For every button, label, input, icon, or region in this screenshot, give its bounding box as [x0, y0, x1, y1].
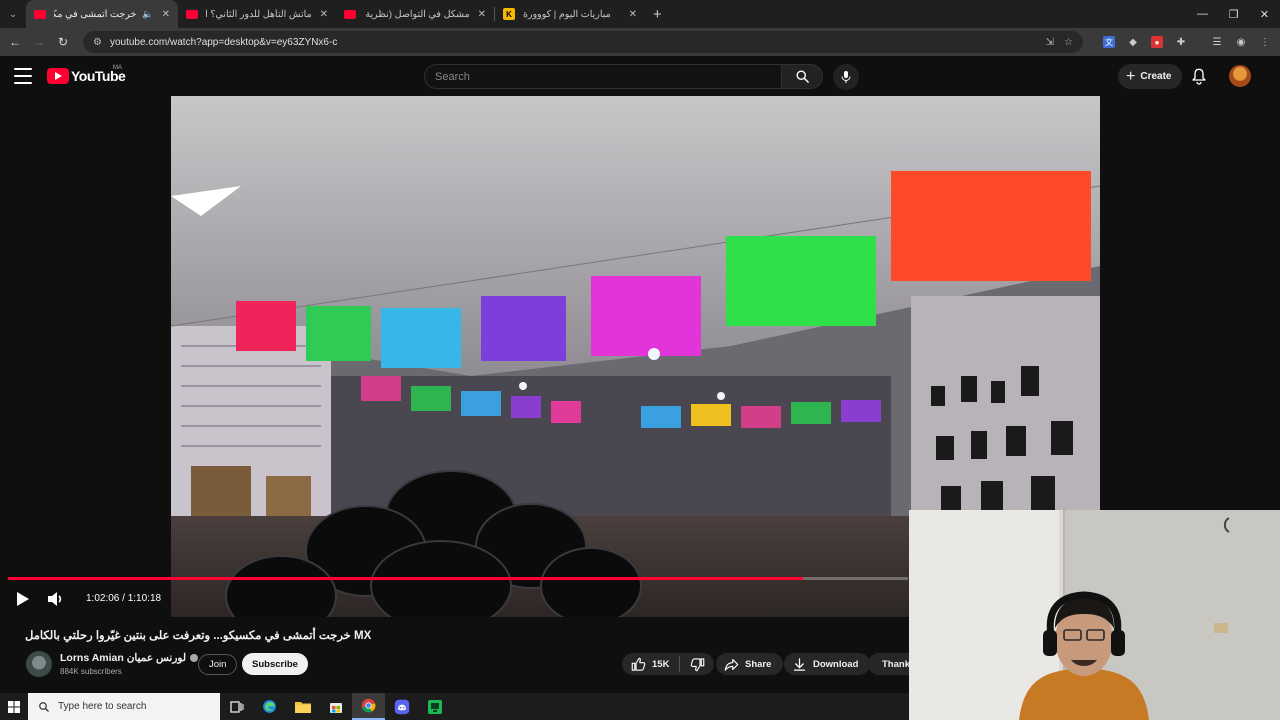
verified-check-icon: [190, 654, 199, 663]
browser-tab-3[interactable]: مشكل في التواصل (نظرية البراك ✕: [336, 0, 494, 28]
close-window-icon[interactable]: ✕: [1249, 0, 1280, 28]
edge-browser-icon[interactable]: [253, 693, 286, 720]
chrome-browser-icon[interactable]: [352, 693, 385, 720]
puzzle-extensions-icon[interactable]: ✚: [1169, 28, 1193, 56]
volume-icon[interactable]: [46, 590, 66, 608]
video-title: خرجت أتمشى في مكسيكو... وتعرفت على بنتين…: [25, 630, 372, 642]
window-controls: — ❐ ✕: [1187, 0, 1280, 28]
subscriber-count: 884K subscribers: [60, 667, 122, 676]
search-icon: [796, 70, 809, 83]
download-button[interactable]: Download: [784, 653, 871, 675]
task-view-icon[interactable]: [220, 693, 253, 720]
country-code: MA: [113, 65, 122, 71]
channel-name[interactable]: Lorns Amian لورنس عميان: [60, 652, 199, 664]
progress-bar-played: [8, 577, 804, 580]
share-label: Share: [745, 658, 772, 670]
like-divider: [679, 656, 681, 672]
thumbs-up-icon[interactable]: [631, 657, 646, 672]
new-tab-plus-icon[interactable]: +: [653, 6, 662, 23]
thumbs-down-icon[interactable]: [690, 657, 705, 672]
account-avatar[interactable]: [1229, 65, 1251, 87]
browser-toolbar: ← → ↻ ⚙ youtube.com/watch?app=desktop&v=…: [0, 28, 1280, 56]
thanks-label: Thanks: [882, 658, 909, 670]
taskbar-search-icon: [39, 701, 49, 712]
share-arrow-icon: [724, 658, 739, 671]
like-count[interactable]: 15K: [652, 659, 669, 670]
taskbar-search-placeholder: Type here to search: [58, 701, 147, 712]
youtube-favicon: [344, 9, 356, 19]
youtube-header: YouTube MA Search + Create: [0, 56, 1280, 96]
notifications-bell-icon[interactable]: [1191, 67, 1207, 90]
address-url[interactable]: youtube.com/watch?app=desktop&v=ey63ZYNx…: [110, 37, 1046, 48]
microsoft-store-icon[interactable]: [319, 693, 352, 720]
plus-icon: +: [1126, 67, 1136, 85]
like-dislike-group: 15K: [622, 653, 714, 675]
search-placeholder: Search: [435, 70, 470, 83]
search-button[interactable]: [781, 64, 823, 89]
file-explorer-icon[interactable]: [286, 693, 319, 720]
green-app-icon[interactable]: [418, 693, 451, 720]
duration: 1:10:18: [127, 593, 162, 604]
youtube-favicon: [34, 9, 46, 19]
diamond-extension-icon[interactable]: ◆: [1121, 28, 1145, 56]
taskbar-search-box[interactable]: Type here to search: [28, 693, 220, 720]
tab-title: مباريات اليوم | كووورة: [523, 8, 611, 20]
browser-tab-1[interactable]: خرجت أتمشى في مكسيكو... 🔈 ✕: [26, 0, 178, 28]
browser-tab-4[interactable]: K مباريات اليوم | كووورة ✕: [495, 0, 645, 28]
windows-taskbar: Type here to search: [0, 693, 909, 720]
share-button[interactable]: Share: [716, 653, 784, 675]
webcam-overlay: [909, 510, 1280, 720]
kooora-favicon: K: [503, 8, 515, 20]
subscribe-button[interactable]: Subscribe: [242, 653, 308, 675]
profile-icon[interactable]: ◉: [1229, 28, 1253, 56]
search-input[interactable]: Search: [424, 64, 782, 89]
back-arrow-icon[interactable]: ←: [3, 28, 27, 56]
youtube-play-logo-icon: [47, 68, 69, 84]
reload-icon[interactable]: ↻: [51, 28, 75, 56]
tab-title: مشكل في التواصل (نظرية البراك: [364, 8, 470, 20]
current-time: 1:02:06: [86, 593, 120, 604]
restore-icon[interactable]: ❐: [1218, 0, 1249, 28]
youtube-logo[interactable]: YouTube MA: [47, 65, 126, 84]
speaker-icon[interactable]: 🔈: [142, 9, 153, 20]
browser-tab-2[interactable]: ماتش التأهل للدور الثاني؟ التشك ✕: [178, 0, 336, 28]
discord-icon[interactable]: [385, 693, 418, 720]
time-display: 1:02:06 / 1:10:18: [86, 593, 162, 604]
site-info-icon[interactable]: ⚙: [93, 37, 102, 48]
close-tab-icon[interactable]: ✕: [162, 9, 170, 20]
install-app-icon[interactable]: ⇲: [1046, 37, 1054, 48]
channel-name-text[interactable]: Lorns Amian لورنس عميان: [60, 652, 186, 664]
thanks-button[interactable]: $ Thanks: [868, 653, 909, 675]
webcam-person-image: [909, 510, 1280, 720]
close-tab-icon[interactable]: ✕: [478, 9, 486, 20]
tab-title: خرجت أتمشى في مكسيكو...: [54, 8, 137, 20]
download-icon: [793, 657, 806, 671]
play-icon[interactable]: [13, 590, 31, 608]
bookmark-star-icon[interactable]: ☆: [1064, 37, 1073, 48]
microphone-icon: [841, 71, 851, 83]
minimize-icon[interactable]: —: [1187, 0, 1218, 28]
create-button[interactable]: + Create: [1118, 64, 1183, 89]
close-tab-icon[interactable]: ✕: [629, 9, 637, 20]
tab-search-chevron-icon[interactable]: ⌄: [0, 0, 26, 28]
hamburger-menu-icon[interactable]: [14, 68, 32, 84]
download-label: Download: [813, 658, 859, 670]
kebab-menu-icon[interactable]: ⋮: [1253, 28, 1277, 56]
voice-search-button[interactable]: [833, 64, 859, 90]
translate-extension-icon[interactable]: 文: [1097, 28, 1121, 56]
windows-start-icon[interactable]: [0, 693, 28, 720]
join-button[interactable]: Join: [198, 654, 238, 675]
close-tab-icon[interactable]: ✕: [320, 9, 328, 20]
progress-bar[interactable]: [8, 577, 908, 580]
red-extension-icon[interactable]: ●: [1145, 28, 1169, 56]
browser-tab-strip: ⌄ خرجت أتمشى في مكسيكو... 🔈 ✕ ماتش التأه…: [0, 0, 1280, 28]
create-label: Create: [1140, 71, 1172, 82]
address-bar[interactable]: ⚙ youtube.com/watch?app=desktop&v=ey63ZY…: [83, 31, 1083, 53]
channel-avatar[interactable]: [26, 651, 52, 677]
forward-arrow-icon[interactable]: →: [27, 28, 51, 56]
reading-list-icon[interactable]: ☰: [1205, 28, 1229, 56]
tab-title: ماتش التأهل للدور الثاني؟ التشك: [206, 8, 312, 20]
youtube-favicon: [186, 9, 198, 19]
